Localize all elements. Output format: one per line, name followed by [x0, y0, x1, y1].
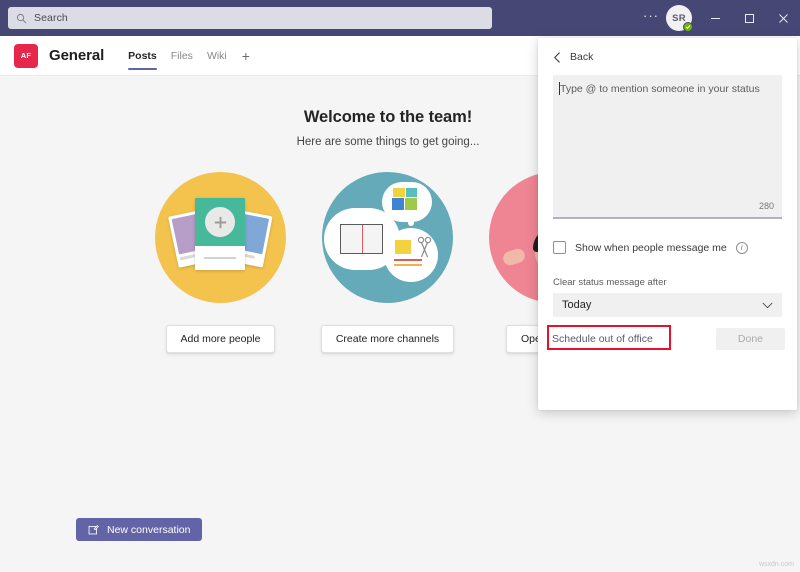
done-button[interactable]: Done [716, 328, 785, 350]
card-create-channels: Create more channels [322, 172, 453, 353]
tab-files[interactable]: Files [164, 36, 200, 76]
scissors-icon [417, 236, 433, 265]
channel-tabs: Posts Files Wiki + [121, 36, 258, 76]
window-controls-group: ··· SR [638, 0, 800, 36]
new-conversation-label: New conversation [107, 524, 190, 536]
clear-after-dropdown[interactable]: Today [553, 293, 782, 317]
status-placeholder: Type @ to mention someone in your status [560, 83, 760, 95]
chevron-left-icon [553, 52, 561, 63]
photo-card-add [195, 198, 245, 270]
page-title: General [49, 47, 104, 64]
tab-wiki[interactable]: Wiki [200, 36, 234, 76]
photo-cards-illustration [155, 172, 286, 303]
thought-bubbles-illustration [322, 172, 453, 303]
show-when-message-row[interactable]: Show when people message me i [553, 241, 748, 254]
presence-badge-available [683, 22, 693, 32]
add-more-people-button[interactable]: Add more people [166, 325, 276, 353]
card-add-people: Add more people [155, 172, 286, 353]
maximize-button[interactable] [732, 0, 766, 36]
show-when-message-checkbox[interactable] [553, 241, 566, 254]
more-options-button[interactable]: ··· [638, 12, 664, 25]
team-avatar: AF [14, 44, 38, 68]
compose-icon [88, 524, 99, 535]
teams-window: Search ··· SR AF General Po [0, 0, 800, 572]
watermark: wsxdn.com [759, 561, 794, 568]
search-input[interactable]: Search [8, 7, 492, 29]
clear-after-value: Today [562, 299, 591, 311]
show-when-message-label: Show when people message me [575, 242, 727, 254]
avatar[interactable]: SR [666, 5, 692, 31]
status-message-input[interactable]: Type @ to mention someone in your status… [553, 75, 782, 219]
info-icon[interactable]: i [736, 242, 748, 254]
back-button[interactable]: Back [538, 38, 797, 63]
schedule-out-of-office-link[interactable]: Schedule out of office [550, 330, 655, 348]
search-placeholder: Search [34, 12, 68, 24]
person-arm [501, 247, 526, 267]
chevron-down-icon [762, 302, 773, 309]
tab-posts[interactable]: Posts [121, 36, 164, 76]
minimize-button[interactable] [698, 0, 732, 36]
clear-after-label: Clear status message after [553, 277, 667, 288]
note-icon [395, 240, 411, 254]
panel-actions: Schedule out of office Done [538, 328, 797, 350]
character-counter: 280 [759, 201, 774, 211]
search-icon [16, 13, 27, 24]
book-icon [340, 224, 383, 254]
add-tab-button[interactable]: + [234, 36, 258, 76]
close-button[interactable] [766, 0, 800, 36]
title-bar: Search ··· SR [0, 0, 800, 36]
back-label: Back [570, 51, 593, 63]
status-message-panel: Back Type @ to mention someone in your s… [538, 38, 797, 410]
new-conversation-button[interactable]: New conversation [76, 518, 202, 541]
create-more-channels-button[interactable]: Create more channels [321, 325, 454, 353]
